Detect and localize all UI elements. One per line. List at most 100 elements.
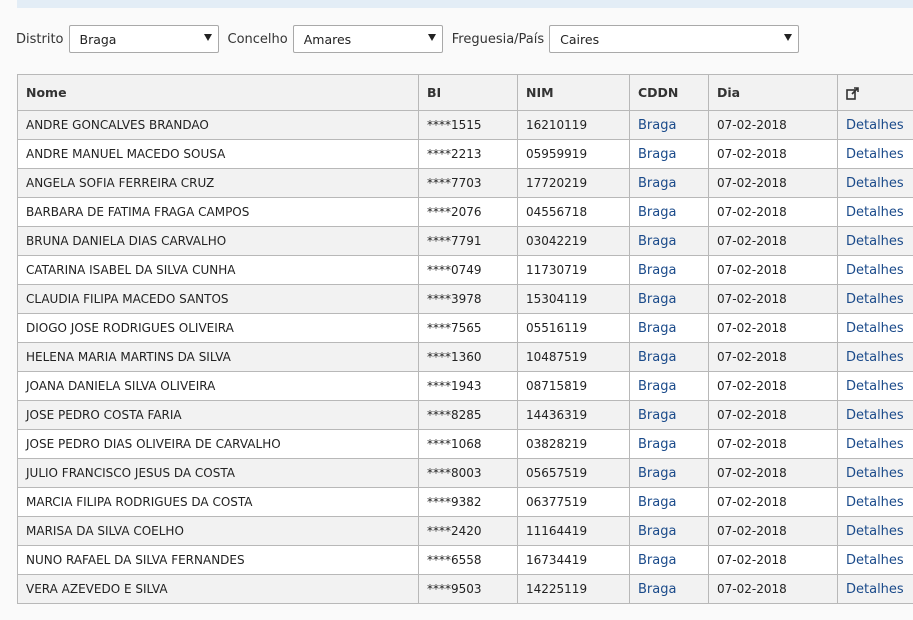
cddn-link[interactable]: Braga: [629, 545, 709, 575]
cell-nome: JOSE PEDRO COSTA FARIA: [17, 400, 419, 430]
external-link-icon: [846, 87, 859, 100]
detalhes-link[interactable]: Detalhes: [837, 168, 913, 198]
cell-bi: ****7565: [418, 313, 518, 343]
cddn-link[interactable]: Braga: [629, 574, 709, 604]
detalhes-link[interactable]: Detalhes: [837, 226, 913, 256]
cell-dia: 07-02-2018: [708, 284, 838, 314]
cddn-link[interactable]: Braga: [629, 371, 709, 401]
table-header-row: Nome BI NIM CDDN Dia: [17, 74, 913, 111]
cddn-link[interactable]: Braga: [629, 458, 709, 488]
detalhes-link[interactable]: Detalhes: [837, 284, 913, 314]
detalhes-link[interactable]: Detalhes: [837, 516, 913, 546]
cell-nome: CATARINA ISABEL DA SILVA CUNHA: [17, 255, 419, 285]
cell-dia: 07-02-2018: [708, 545, 838, 575]
cell-bi: ****3978: [418, 284, 518, 314]
cell-nome: BRUNA DANIELA DIAS CARVALHO: [17, 226, 419, 256]
cell-nome: DIOGO JOSE RODRIGUES OLIVEIRA: [17, 313, 419, 343]
cddn-link[interactable]: Braga: [629, 313, 709, 343]
cddn-link[interactable]: Braga: [629, 487, 709, 517]
detalhes-link[interactable]: Detalhes: [837, 458, 913, 488]
table-row: NUNO RAFAEL DA SILVA FERNANDES ****6558 16…: [17, 545, 913, 575]
detalhes-link[interactable]: Detalhes: [837, 197, 913, 227]
cell-nim: 05959919: [517, 139, 630, 169]
cell-dia: 07-02-2018: [708, 400, 838, 430]
cell-nim: 14436319: [517, 400, 630, 430]
column-header-nome[interactable]: Nome: [17, 74, 419, 111]
caret-down-icon: [427, 34, 436, 41]
column-header-action: [837, 74, 913, 111]
table-row: BARBARA DE FATIMA FRAGA CAMPOS ****2076 04…: [17, 197, 913, 227]
cell-dia: 07-02-2018: [708, 139, 838, 169]
column-header-cddn[interactable]: CDDN: [629, 74, 709, 111]
table-row: ANGELA SOFIA FERREIRA CRUZ ****7703 177202…: [17, 168, 913, 198]
table-row: JULIO FRANCISCO JESUS DA COSTA ****8003 05…: [17, 458, 913, 488]
detalhes-link[interactable]: Detalhes: [837, 342, 913, 372]
table-row: CATARINA ISABEL DA SILVA CUNHA ****0749 11…: [17, 255, 913, 285]
cell-dia: 07-02-2018: [708, 458, 838, 488]
cell-bi: ****9382: [418, 487, 518, 517]
cell-dia: 07-02-2018: [708, 487, 838, 517]
cddn-link[interactable]: Braga: [629, 226, 709, 256]
detalhes-link[interactable]: Detalhes: [837, 110, 913, 140]
cell-bi: ****1068: [418, 429, 518, 459]
cddn-link[interactable]: Braga: [629, 110, 709, 140]
column-header-dia[interactable]: Dia: [708, 74, 838, 111]
detalhes-link[interactable]: Detalhes: [837, 400, 913, 430]
table-row: MARISA DA SILVA COELHO ****2420 11164419 Br…: [17, 516, 913, 546]
column-header-bi[interactable]: BI: [418, 74, 518, 111]
cell-nim: 17720219: [517, 168, 630, 198]
distrito-select[interactable]: Braga: [68, 25, 219, 53]
freguesia-select[interactable]: Caires: [549, 25, 800, 53]
table-row: HELENA MARIA MARTINS DA SILVA ****1360 104…: [17, 342, 913, 372]
concelho-select[interactable]: Amares: [292, 25, 443, 53]
cddn-link[interactable]: Braga: [629, 197, 709, 227]
cell-dia: 07-02-2018: [708, 197, 838, 227]
cell-nim: 04556718: [517, 197, 630, 227]
cell-dia: 07-02-2018: [708, 226, 838, 256]
cell-nome: ANDRE MANUEL MACEDO SOUSA: [17, 139, 419, 169]
table-row: DIOGO JOSE RODRIGUES OLIVEIRA ****7565 055…: [17, 313, 913, 343]
table-row: JOSE PEDRO COSTA FARIA ****8285 14436319 Br…: [17, 400, 913, 430]
cddn-link[interactable]: Braga: [629, 429, 709, 459]
detalhes-link[interactable]: Detalhes: [837, 574, 913, 604]
cddn-link[interactable]: Braga: [629, 255, 709, 285]
detalhes-link[interactable]: Detalhes: [837, 487, 913, 517]
cell-nim: 05657519: [517, 458, 630, 488]
cell-nim: 16210119: [517, 110, 630, 140]
detalhes-link[interactable]: Detalhes: [837, 139, 913, 169]
cell-nim: 14225119: [517, 574, 630, 604]
detalhes-link[interactable]: Detalhes: [837, 371, 913, 401]
cell-nome: JULIO FRANCISCO JESUS DA COSTA: [17, 458, 419, 488]
detalhes-link[interactable]: Detalhes: [837, 545, 913, 575]
cell-bi: ****2420: [418, 516, 518, 546]
cell-nim: 10487519: [517, 342, 630, 372]
cddn-link[interactable]: Braga: [629, 400, 709, 430]
cell-nome: JOSE PEDRO DIAS OLIVEIRA DE CARVALHO: [17, 429, 419, 459]
detalhes-link[interactable]: Detalhes: [837, 429, 913, 459]
cell-nome: HELENA MARIA MARTINS DA SILVA: [17, 342, 419, 372]
cell-nim: 06377519: [517, 487, 630, 517]
cell-bi: ****7791: [418, 226, 518, 256]
cell-nim: 03042219: [517, 226, 630, 256]
cddn-link[interactable]: Braga: [629, 342, 709, 372]
freguesia-select-value: Caires: [560, 31, 600, 47]
column-header-nim[interactable]: NIM: [517, 74, 630, 111]
cddn-link[interactable]: Braga: [629, 168, 709, 198]
cell-bi: ****1515: [418, 110, 518, 140]
freguesia-label: Freguesia/País: [451, 31, 545, 47]
detalhes-link[interactable]: Detalhes: [837, 255, 913, 285]
cell-dia: 07-02-2018: [708, 110, 838, 140]
cddn-link[interactable]: Braga: [629, 516, 709, 546]
filter-bar: Distrito Braga Concelho Amares Freguesia…: [16, 24, 808, 54]
cddn-link[interactable]: Braga: [629, 139, 709, 169]
cddn-link[interactable]: Braga: [629, 284, 709, 314]
detalhes-link[interactable]: Detalhes: [837, 313, 913, 343]
table-row: JOSE PEDRO DIAS OLIVEIRA DE CARVALHO ****…: [17, 429, 913, 459]
cell-dia: 07-02-2018: [708, 342, 838, 372]
caret-down-icon: [784, 34, 793, 41]
cell-bi: ****8285: [418, 400, 518, 430]
cell-nim: 15304119: [517, 284, 630, 314]
cell-nome: ANGELA SOFIA FERREIRA CRUZ: [17, 168, 419, 198]
cell-nome: CLAUDIA FILIPA MACEDO SANTOS: [17, 284, 419, 314]
table-row: JOANA DANIELA SILVA OLIVEIRA ****1943 0871…: [17, 371, 913, 401]
